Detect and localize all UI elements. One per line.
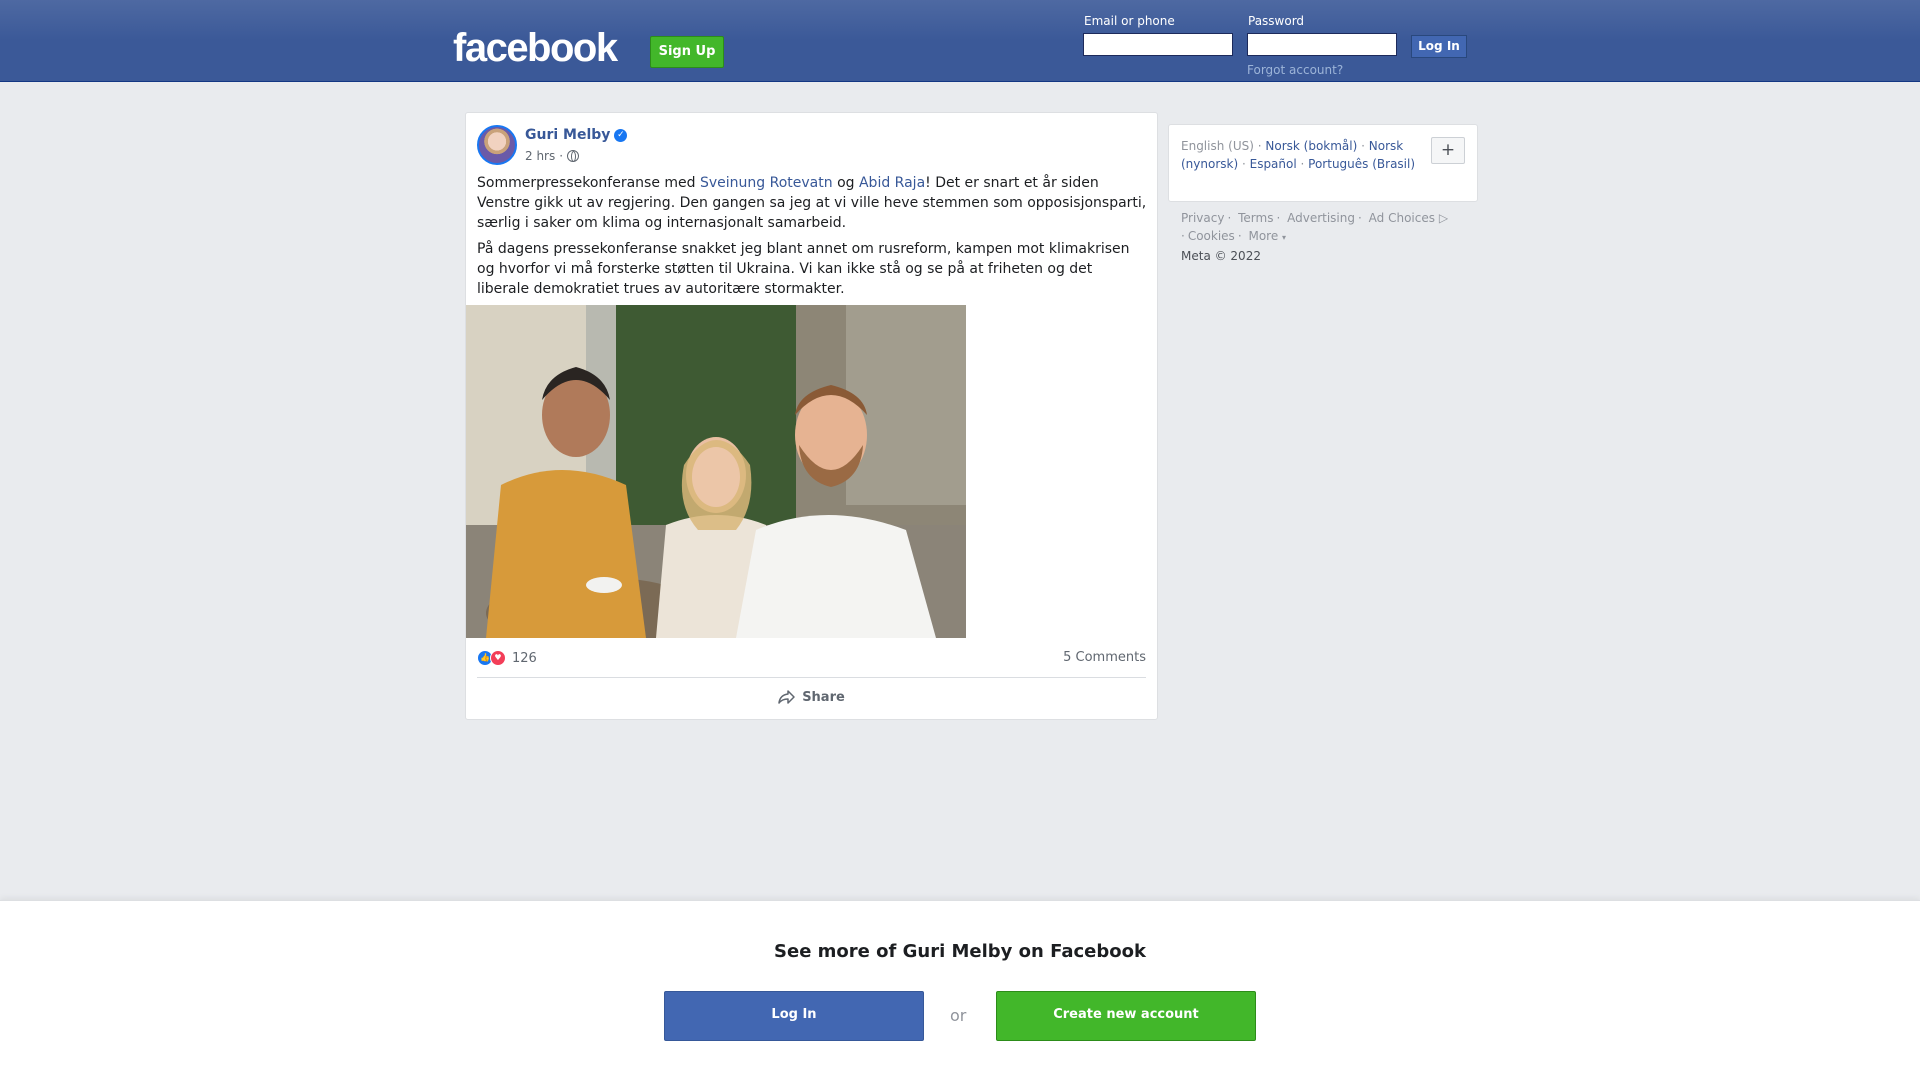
comments-count-link[interactable]: 5 Comments: [1063, 650, 1146, 665]
globe-icon[interactable]: [567, 150, 580, 162]
post-paragraph-1: Sommerpressekonferanse med Sveinung Rote…: [477, 173, 1147, 233]
header-login-button[interactable]: Log In: [1411, 35, 1467, 58]
footer-link-ad-choices[interactable]: Ad Choices: [1369, 211, 1435, 225]
login-button[interactable]: Log In: [664, 991, 924, 1041]
post-paragraph-2: På dagens pressekonferanse snakket jeg b…: [477, 241, 1130, 297]
post-text-part: og: [832, 175, 859, 191]
post-photo-image: [466, 305, 966, 638]
language-option[interactable]: Português (Brasil): [1308, 157, 1415, 171]
language-list: English (US) · Norsk (bokmål) · Norsk (n…: [1181, 139, 1416, 171]
reaction-count: 126: [512, 650, 537, 666]
language-current: English (US): [1181, 139, 1254, 153]
footer-link-terms[interactable]: Terms: [1238, 211, 1273, 225]
language-option[interactable]: Norsk (bokmål): [1265, 139, 1357, 153]
more-languages-button[interactable]: +: [1431, 137, 1465, 164]
avatar[interactable]: [477, 125, 517, 165]
footer-links-row: Privacy · Terms · Advertising · Ad Choices …: [1181, 211, 1449, 225]
share-label: Share: [802, 689, 845, 705]
top-navigation-bar: facebook Sign Up Email or phone Password…: [0, 0, 1920, 82]
post-timestamp[interactable]: 2 hrs: [525, 149, 555, 163]
footer-link-more[interactable]: More: [1248, 229, 1278, 243]
password-field[interactable]: [1247, 33, 1397, 56]
love-icon: ♥: [490, 650, 506, 666]
footer-link-advertising[interactable]: Advertising: [1287, 211, 1355, 225]
ad-choices-icon: ▷: [1438, 211, 1449, 225]
email-label: Email or phone: [1084, 14, 1175, 28]
login-prompt-title: See more of Guri Melby on Facebook: [774, 941, 1146, 962]
post-card: Guri Melby ✓ 2 hrs · Sommerpressekonfera…: [465, 112, 1158, 720]
post-divider: [477, 677, 1146, 678]
share-button[interactable]: Share: [466, 689, 1157, 705]
forgot-account-link[interactable]: Forgot account?: [1247, 63, 1343, 77]
reactions-summary[interactable]: 👍 ♥ 126: [477, 650, 537, 666]
facebook-logo[interactable]: facebook: [453, 26, 618, 70]
login-prompt-banner: See more of Guri Melby on Facebook Log I…: [0, 900, 1920, 1080]
meta-separator: ·: [559, 149, 564, 163]
chevron-down-icon: ▾: [1282, 233, 1287, 242]
post-text-part: Sommerpressekonferanse med: [477, 175, 700, 191]
language-option[interactable]: Español: [1250, 157, 1297, 171]
signup-button[interactable]: Sign Up: [650, 36, 724, 68]
or-separator: or: [950, 1006, 967, 1025]
create-account-button[interactable]: Create new account: [996, 991, 1256, 1041]
share-icon: [778, 690, 795, 704]
password-label: Password: [1248, 14, 1305, 28]
post-author-row: Guri Melby ✓: [525, 127, 628, 143]
footer-links: Privacy · Terms · Advertising · Ad Choices …: [1181, 209, 1481, 265]
footer-link-cookies[interactable]: Cookies: [1188, 229, 1235, 243]
post-text: Sommerpressekonferanse med Sveinung Rote…: [477, 173, 1147, 305]
copyright: Meta © 2022: [1181, 249, 1261, 263]
post-meta: 2 hrs ·: [525, 149, 580, 163]
verified-badge-icon: ✓: [614, 128, 628, 142]
footer-links-row-2: · Cookies · More ▾: [1181, 229, 1287, 243]
footer-link-privacy[interactable]: Privacy: [1181, 211, 1224, 225]
email-field[interactable]: [1083, 33, 1233, 56]
post-author-name[interactable]: Guri Melby: [525, 127, 610, 143]
mention-sveinung-rotevatn[interactable]: Sveinung Rotevatn: [700, 175, 833, 191]
post-photo[interactable]: [466, 305, 966, 638]
mention-abid-raja[interactable]: Abid Raja: [859, 175, 925, 191]
language-selector-box: English (US) · Norsk (bokmål) · Norsk (n…: [1168, 124, 1478, 202]
